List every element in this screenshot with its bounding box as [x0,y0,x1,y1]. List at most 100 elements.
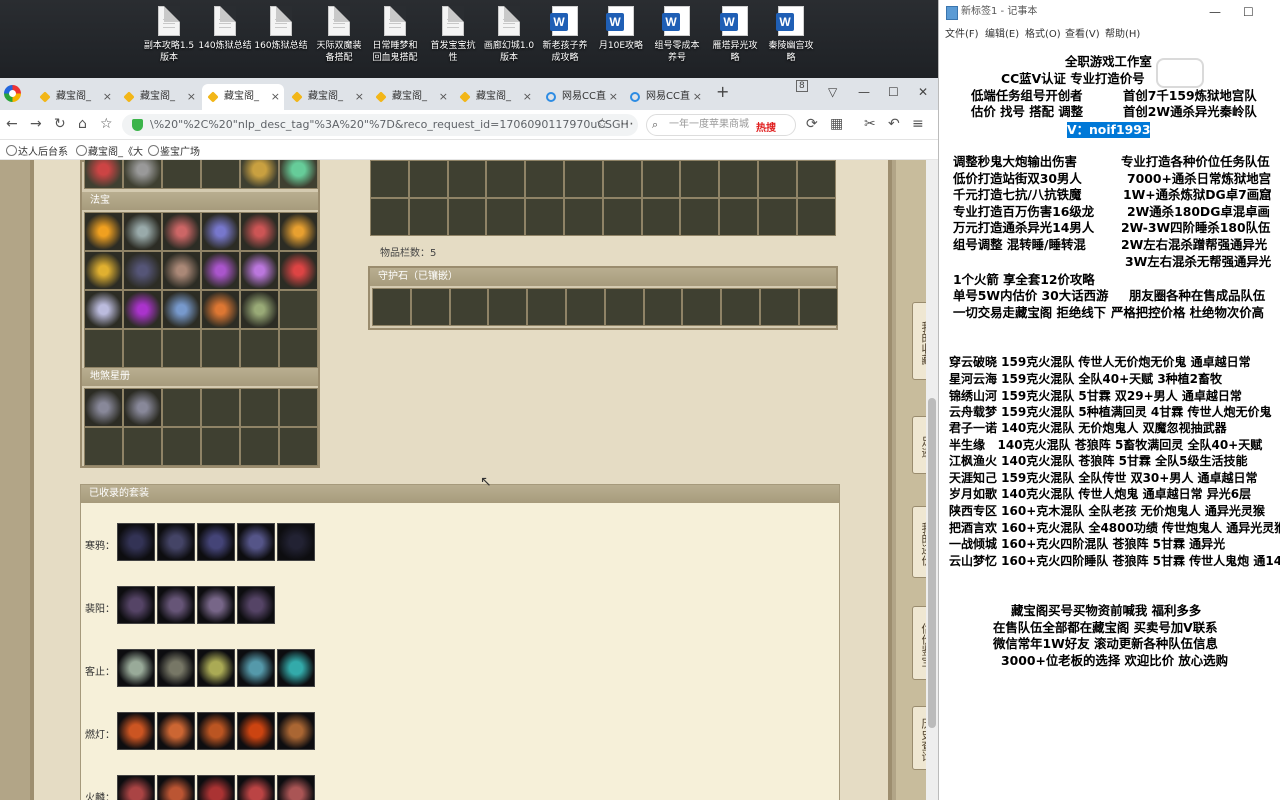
item-slot[interactable] [280,213,317,250]
item-slot[interactable] [526,199,563,235]
desktop-icon[interactable]: 画廊幻城1.0 版本 [480,6,538,64]
notepad-menu-item[interactable]: 文件(F) [945,25,979,40]
item-slot[interactable] [280,389,317,426]
sync-icon[interactable]: ⟳ [806,116,818,132]
item-slot[interactable] [489,289,527,325]
item-slot[interactable] [797,161,835,197]
item-slot[interactable] [642,199,680,235]
reload-icon[interactable]: ↻ [54,116,66,132]
item-slot[interactable] [411,289,449,325]
close-tab-icon[interactable]: × [523,84,532,110]
item-slot[interactable] [202,160,239,188]
close-tab-icon[interactable]: × [693,84,702,110]
close-tab-icon[interactable]: × [103,84,112,110]
item-slot[interactable] [605,289,643,325]
suit-item-icon[interactable] [197,712,235,750]
item-slot[interactable] [681,161,719,197]
desktop-icon[interactable]: W 月10E攻略 [592,6,650,52]
notepad-menu-item[interactable]: 查看(V) [1065,25,1100,40]
browser-tab[interactable]: 藏宝阁_ × [202,84,284,110]
close-tab-icon[interactable]: × [439,84,448,110]
bookmark-item[interactable]: 藏宝阁_《大 [74,143,143,158]
item-slot[interactable] [720,199,757,235]
suit-item-icon[interactable] [237,712,275,750]
suit-item-icon[interactable] [277,649,315,687]
item-slot[interactable] [564,161,602,197]
desktop-icon[interactable]: 首发宝宝抗 性 [424,6,482,64]
item-slot[interactable] [722,289,759,325]
item-slot[interactable] [163,213,200,250]
desktop-icon[interactable]: W 组号零成本 养号 [648,6,706,64]
item-slot[interactable] [681,199,719,235]
desktop-icon[interactable]: W 新老孩子养 成攻略 [536,6,594,64]
item-slot[interactable] [760,289,798,325]
item-slot[interactable] [487,161,525,197]
suit-item-icon[interactable] [197,523,235,561]
browser-tab[interactable]: 藏宝阁_ × [286,84,368,110]
item-slot[interactable] [124,213,161,250]
item-slot[interactable] [241,252,278,289]
item-slot[interactable] [409,161,447,197]
notepad-menu-item[interactable]: 格式(O) [1025,25,1061,40]
bookmark-item[interactable]: 达人后台系 [4,143,68,158]
desktop-icon[interactable]: 天际双魔装 备搭配 [310,6,368,64]
item-slot[interactable] [683,289,721,325]
item-slot[interactable] [280,330,317,367]
suit-item-icon[interactable] [277,712,315,750]
item-slot[interactable] [124,252,161,289]
security-shield-icon[interactable] [132,119,143,131]
item-slot[interactable] [163,252,200,289]
item-slot[interactable] [241,213,278,250]
item-slot[interactable] [644,289,682,325]
notepad-text-area[interactable]: 全职游戏工作室 CC蓝V认证 专业打造价号 低端任务组号开创者 首创7千159炼狱地宫… [939,40,1280,800]
item-slot[interactable] [642,161,680,197]
item-slot[interactable] [799,289,837,325]
item-slot[interactable] [85,428,122,465]
close-tab-icon[interactable]: × [355,84,364,110]
hot-search-label[interactable]: 热搜 [756,119,776,134]
item-slot[interactable] [528,289,565,325]
close-tab-icon[interactable]: × [609,84,618,110]
suit-item-icon[interactable] [237,523,275,561]
item-slot[interactable] [202,213,239,250]
item-slot[interactable] [163,428,200,465]
item-slot[interactable] [409,199,447,235]
item-slot[interactable] [163,160,200,188]
notepad-menu-item[interactable]: 帮助(H) [1105,25,1140,40]
item-slot[interactable] [202,428,239,465]
item-slot[interactable] [280,160,317,188]
cut-icon[interactable]: ✂ [864,116,876,132]
suit-item-icon[interactable] [197,649,235,687]
item-slot[interactable] [280,428,317,465]
undo-icon[interactable]: ↶ [888,116,900,132]
item-slot[interactable] [450,289,488,325]
forward-icon[interactable]: → [30,116,42,132]
suit-item-icon[interactable] [117,775,155,800]
item-slot[interactable] [202,252,239,289]
page-scrollbar[interactable] [926,160,938,800]
item-slot[interactable] [163,330,200,367]
item-slot[interactable] [85,389,122,426]
maximize-icon[interactable]: ☐ [1243,0,1254,24]
menu-icon[interactable]: ≡ [912,116,924,132]
close-window-icon[interactable]: ✕ [918,85,928,99]
item-slot[interactable] [241,330,278,367]
item-slot[interactable] [124,291,161,328]
close-tab-icon[interactable]: × [187,84,196,110]
suit-item-icon[interactable] [197,586,235,624]
close-tab-icon[interactable]: × [271,84,280,110]
item-slot[interactable] [85,291,122,328]
desktop-icon[interactable]: W 秦陵幽宫攻 略 [762,6,820,64]
item-slot[interactable] [124,160,161,188]
item-slot[interactable] [241,389,278,426]
item-slot[interactable] [85,213,122,250]
item-slot[interactable] [566,289,604,325]
browser-tab[interactable]: 网易CC直 × [624,84,706,110]
maximize-icon[interactable]: ☐ [888,85,899,99]
suit-item-icon[interactable] [277,523,315,561]
suit-item-icon[interactable] [237,775,275,800]
item-slot[interactable] [280,252,317,289]
item-slot[interactable] [280,291,317,328]
suit-item-icon[interactable] [117,586,155,624]
scrollbar-thumb[interactable] [928,398,936,728]
